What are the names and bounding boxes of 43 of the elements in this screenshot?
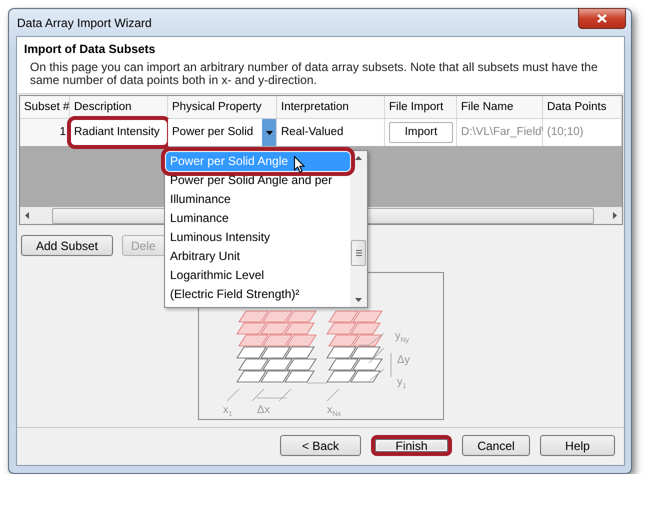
axis-label: x$_{Nx}$ xyxy=(327,404,342,418)
axis-label: y$_{Ny}$ xyxy=(395,330,410,344)
scroll-up-icon[interactable] xyxy=(355,156,362,160)
column-header: Data Points xyxy=(543,96,622,119)
table-cell[interactable]: Radiant Intensity xyxy=(70,119,168,146)
wizard-button[interactable]: Help xyxy=(540,435,615,456)
vertical-scrollbar[interactable] xyxy=(350,151,367,307)
table-cell: D:\VL\Far_Field\ xyxy=(457,119,543,146)
grip-icon xyxy=(356,250,362,256)
dropdown-button[interactable] xyxy=(262,119,276,146)
scroll-down-icon[interactable] xyxy=(355,298,362,302)
dropdown-option[interactable]: (Electric Field Strength)² xyxy=(166,285,350,304)
page-description: On this page you can import an arbitrary number of data array subsets. Note that all subsets must have the same number of data points both in x- and y-direction. xyxy=(29,61,599,87)
column-header: Subset # xyxy=(20,96,70,119)
mouse-cursor-icon xyxy=(294,156,305,173)
axis-label: x$_{1}$ xyxy=(223,404,232,418)
column-header: Interpretation xyxy=(277,96,385,119)
scroll-left-icon[interactable] xyxy=(25,212,29,219)
column-header: File Import xyxy=(385,96,457,119)
scroll-right-icon[interactable] xyxy=(613,212,617,219)
wizard-button[interactable]: < Back xyxy=(280,435,361,456)
column-header: File Name xyxy=(457,96,543,119)
wizard-button[interactable]: Cancel xyxy=(462,435,530,456)
dropdown-option[interactable]: Power per Solid Angle and per xyxy=(166,171,350,190)
dropdown-menu[interactable]: Power per Solid Angle Power per Solid Angle and per Illuminance Luminance Luminous Intensity Arbitrary Unit Logarithmic Level (Electric Field Strength)² xyxy=(164,150,368,308)
subset-button[interactable]: Add Subset xyxy=(21,235,113,256)
import-button[interactable]: Import xyxy=(389,122,453,143)
dropdown-option[interactable]: Logarithmic Level xyxy=(166,266,350,285)
axis-label: y$_{1}$ xyxy=(397,376,406,390)
window-title: Data Array Import Wizard xyxy=(17,16,152,30)
dropdown-option[interactable]: Illuminance xyxy=(166,190,350,209)
axis-label: Δx xyxy=(257,404,270,416)
caret-icon xyxy=(266,130,272,134)
axis-label: Δy xyxy=(397,354,410,366)
close-icon xyxy=(597,14,607,23)
wizard-button[interactable]: Finish xyxy=(371,435,452,456)
page-heading: Import of Data Subsets xyxy=(24,42,156,56)
close-button[interactable] xyxy=(578,8,626,29)
dropdown-option[interactable]: Luminance xyxy=(166,209,350,228)
table-cell: Real-Valued xyxy=(277,119,385,146)
row-number: 1 xyxy=(20,119,70,146)
column-header: Physical Property xyxy=(168,96,277,119)
table-cell: (10;10) xyxy=(543,119,622,146)
